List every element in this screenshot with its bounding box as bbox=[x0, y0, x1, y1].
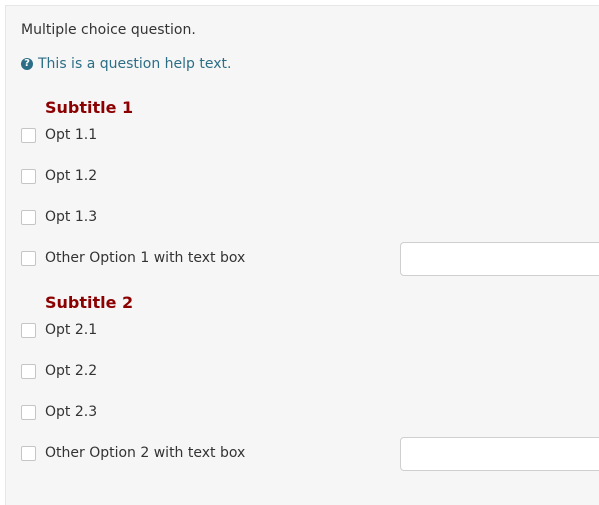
subtitle-1: Subtitle 1 bbox=[45, 98, 134, 117]
checkbox[interactable] bbox=[21, 363, 36, 379]
option-1-1[interactable]: Opt 1.1 bbox=[21, 127, 97, 143]
checkbox[interactable] bbox=[21, 404, 36, 420]
option-label: Opt 1.2 bbox=[45, 168, 98, 184]
question-circle-icon: ? bbox=[21, 58, 33, 70]
option-label: Other Option 2 with text box bbox=[45, 445, 246, 461]
option-label: Opt 2.3 bbox=[45, 404, 98, 420]
option-2-3[interactable]: Opt 2.3 bbox=[21, 404, 97, 420]
option-label: Opt 2.1 bbox=[45, 322, 98, 338]
checkbox[interactable] bbox=[21, 322, 36, 338]
option-label: Opt 1.1 bbox=[45, 127, 98, 143]
question-panel: Multiple choice question. ? This is a qu… bbox=[5, 5, 599, 505]
checkbox[interactable] bbox=[21, 209, 36, 225]
help-text-row: ? This is a question help text. bbox=[21, 56, 231, 72]
subtitle-2: Subtitle 2 bbox=[45, 293, 134, 312]
other-option-2[interactable]: Other Option 2 with text box bbox=[21, 445, 245, 461]
option-label: Opt 2.2 bbox=[45, 363, 98, 379]
option-2-1[interactable]: Opt 2.1 bbox=[21, 322, 97, 338]
option-1-3[interactable]: Opt 1.3 bbox=[21, 209, 97, 225]
other-option-1-text-input[interactable] bbox=[400, 242, 599, 276]
help-text: This is a question help text. bbox=[38, 56, 232, 72]
question-text: Multiple choice question. bbox=[21, 22, 196, 38]
checkbox[interactable] bbox=[21, 168, 36, 184]
option-label: Opt 1.3 bbox=[45, 209, 98, 225]
other-option-1[interactable]: Other Option 1 with text box bbox=[21, 250, 245, 266]
option-label: Other Option 1 with text box bbox=[45, 250, 246, 266]
option-1-2[interactable]: Opt 1.2 bbox=[21, 168, 97, 184]
checkbox[interactable] bbox=[21, 127, 36, 143]
option-2-2[interactable]: Opt 2.2 bbox=[21, 363, 97, 379]
checkbox[interactable] bbox=[21, 250, 36, 266]
checkbox[interactable] bbox=[21, 445, 36, 461]
other-option-2-text-input[interactable] bbox=[400, 437, 599, 471]
